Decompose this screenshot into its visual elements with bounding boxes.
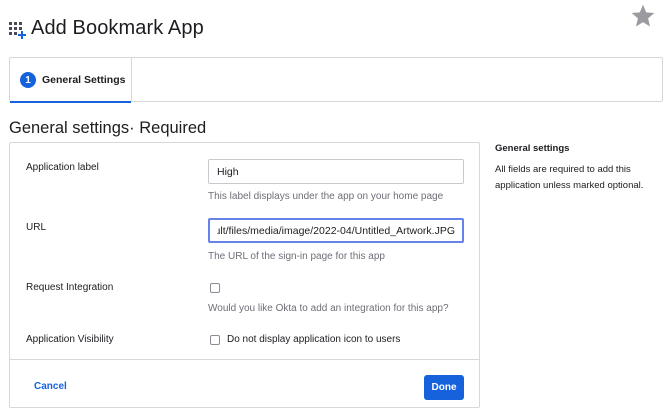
- tab-general-settings[interactable]: 1 General Settings: [10, 58, 132, 103]
- url-label: URL: [26, 222, 47, 233]
- application-visibility-label: Application Visibility: [26, 334, 114, 345]
- page-title: Add Bookmark App: [31, 17, 204, 39]
- tab-label: General Settings: [42, 74, 126, 86]
- hide-app-icon-label[interactable]: Do not display application icon to users: [227, 334, 400, 345]
- application-label-help: This label displays under the app on you…: [208, 191, 444, 202]
- section-title: General settings· Required: [9, 119, 207, 137]
- page-header: Add Bookmark App: [9, 17, 204, 40]
- sidebar-text: All fields are required to add this appl…: [495, 164, 644, 191]
- url-input[interactable]: [208, 218, 464, 243]
- star-icon[interactable]: [630, 3, 656, 29]
- url-help: The URL of the sign-in page for this app: [208, 251, 385, 262]
- hide-app-icon-checkbox[interactable]: [210, 335, 220, 345]
- card-divider: [10, 359, 479, 360]
- request-integration-checkbox[interactable]: [210, 283, 220, 293]
- application-label-label: Application label: [26, 162, 99, 173]
- request-integration-help: Would you like Okta to add an integratio…: [208, 303, 449, 314]
- wizard-tabs: 1 General Settings: [9, 57, 663, 103]
- request-integration-label: Request Integration: [26, 282, 114, 293]
- sidebar-title: General settings: [495, 143, 570, 154]
- general-settings-form: Application label This label displays un…: [9, 142, 480, 408]
- application-label-input[interactable]: [208, 159, 464, 184]
- app-grid-add-icon: [9, 20, 27, 39]
- active-tab-indicator: [10, 101, 131, 103]
- step-badge: 1: [20, 72, 36, 88]
- cancel-button[interactable]: Cancel: [34, 381, 67, 392]
- done-button[interactable]: Done: [424, 375, 464, 400]
